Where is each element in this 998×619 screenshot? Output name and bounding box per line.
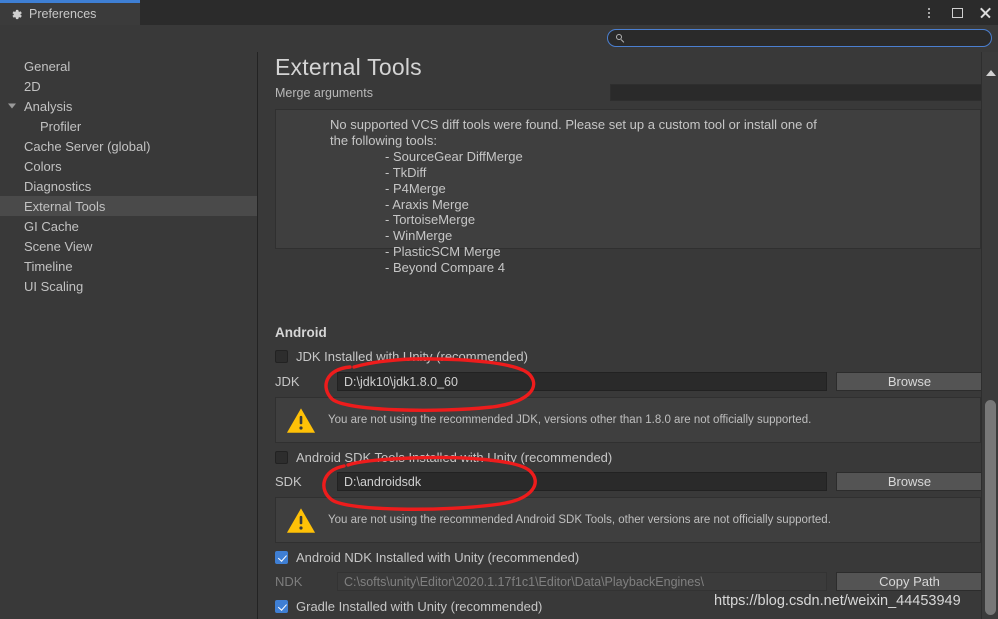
jdk-browse-button[interactable]: Browse xyxy=(836,372,983,391)
search-input[interactable] xyxy=(630,32,960,44)
window-controls xyxy=(922,0,992,25)
sidebar-item-external-tools[interactable]: External Tools xyxy=(0,196,257,216)
sidebar-item-profiler[interactable]: Profiler xyxy=(0,116,257,136)
sdk-warning-text: You are not using the recommended Androi… xyxy=(328,514,831,526)
chevron-down-icon[interactable] xyxy=(8,103,16,109)
search-bar xyxy=(0,25,998,52)
jdk-unity-checkbox[interactable] xyxy=(275,350,288,363)
sidebar-item-scene-view[interactable]: Scene View xyxy=(0,236,257,256)
ndk-path-input: C:\softs\unity\Editor\2020.1.17f1c1\Edit… xyxy=(337,572,827,591)
sidebar-item-general[interactable]: General xyxy=(0,56,257,76)
sidebar-item-label: GI Cache xyxy=(24,218,79,234)
jdk-path-label: JDK xyxy=(275,374,300,389)
sidebar-item-label: Profiler xyxy=(40,118,82,134)
vcs-tool-item: - TortoiseMerge xyxy=(385,212,476,228)
sidebar-item-label: Scene View xyxy=(24,238,93,254)
jdk-unity-checkbox-row[interactable]: JDK Installed with Unity (recommended) xyxy=(275,349,528,364)
search-icon xyxy=(616,33,625,43)
jdk-unity-checkbox-label: JDK Installed with Unity (recommended) xyxy=(296,349,528,364)
sidebar-item-colors[interactable]: Colors xyxy=(0,156,257,176)
watermark-url: https://blog.csdn.net/weixin_44453949 xyxy=(714,593,961,609)
gradle-unity-checkbox[interactable] xyxy=(275,600,288,613)
warning-triangle-icon xyxy=(286,507,316,533)
sdk-unity-checkbox-label: Android SDK Tools Installed with Unity (… xyxy=(296,450,613,465)
sidebar-item-timeline[interactable]: Timeline xyxy=(0,256,257,276)
ndk-unity-checkbox[interactable] xyxy=(275,551,288,564)
sidebar-item-2d[interactable]: 2D xyxy=(0,76,257,96)
sidebar-item-label: Cache Server (global) xyxy=(24,138,151,154)
sidebar-item-gi-cache[interactable]: GI Cache xyxy=(0,216,257,236)
sidebar-item-cache-server[interactable]: Cache Server (global) xyxy=(0,136,257,156)
close-icon[interactable] xyxy=(978,6,992,20)
page-title: External Tools xyxy=(275,54,422,80)
gradle-unity-checkbox-label: Gradle Installed with Unity (recommended… xyxy=(296,599,543,614)
android-section-title: Android xyxy=(275,325,327,340)
sidebar-item-label: Analysis xyxy=(24,98,73,114)
sidebar-item-label: 2D xyxy=(24,78,41,94)
tab-preferences[interactable]: Preferences xyxy=(0,0,140,25)
sidebar-item-label: Diagnostics xyxy=(24,178,92,194)
jdk-path-input[interactable]: D:\jdk10\jdk1.8.0_60 xyxy=(337,372,827,391)
sidebar-item-label: External Tools xyxy=(24,198,106,214)
vcs-tool-item: - TkDiff xyxy=(385,164,427,180)
sdk-path-input[interactable]: D:\androidsdk xyxy=(337,472,827,491)
vcs-tool-item: - Beyond Compare 4 xyxy=(385,260,505,276)
vcs-tool-item: - Araxis Merge xyxy=(385,196,469,212)
gradle-unity-checkbox-row[interactable]: Gradle Installed with Unity (recommended… xyxy=(275,599,542,614)
kebab-menu-icon[interactable] xyxy=(922,6,936,20)
tab-strip-empty xyxy=(140,0,998,25)
sidebar-item-analysis[interactable]: Analysis xyxy=(0,96,257,116)
merge-arguments-row: Merge arguments xyxy=(275,84,991,104)
search-field[interactable] xyxy=(607,29,992,47)
settings-sidebar: General 2D Analysis Profiler Cache Serve… xyxy=(0,52,258,619)
sidebar-item-ui-scaling[interactable]: UI Scaling xyxy=(0,276,257,296)
title-bar: Preferences xyxy=(0,0,998,25)
vcs-tool-item: - SourceGear DiffMerge xyxy=(385,148,523,164)
vcs-help-box: No supported VCS diff tools were found. … xyxy=(275,109,981,275)
sdk-unity-checkbox[interactable] xyxy=(275,451,288,464)
warning-triangle-icon xyxy=(286,407,316,433)
ndk-unity-checkbox-row[interactable]: Android NDK Installed with Unity (recomm… xyxy=(275,550,579,565)
sdk-unity-checkbox-row[interactable]: Android SDK Tools Installed with Unity (… xyxy=(275,450,612,465)
vcs-tool-item: - PlasticSCM Merge xyxy=(385,244,501,260)
main-scrollbar[interactable] xyxy=(981,52,998,619)
scrollbar-thumb[interactable] xyxy=(985,400,996,615)
vcs-help-line1: No supported VCS diff tools were found. … xyxy=(330,117,817,132)
scroll-up-arrow-icon[interactable] xyxy=(986,70,996,76)
vcs-tool-item: - P4Merge xyxy=(385,180,446,196)
preferences-window: Preferences General 2D Analysis Profiler… xyxy=(0,0,998,619)
vcs-tool-item: - WinMerge xyxy=(385,228,453,244)
ndk-path-label: NDK xyxy=(275,574,303,589)
vcs-help-line2: the following tools: xyxy=(330,132,437,148)
sdk-browse-button[interactable]: Browse xyxy=(836,472,983,491)
ndk-unity-checkbox-label: Android NDK Installed with Unity (recomm… xyxy=(296,550,580,565)
ndk-copy-path-button[interactable]: Copy Path xyxy=(836,572,983,591)
sidebar-item-label: General xyxy=(24,58,71,74)
gear-icon xyxy=(10,8,23,21)
sidebar-item-label: Colors xyxy=(24,158,62,174)
sidebar-item-diagnostics[interactable]: Diagnostics xyxy=(0,176,257,196)
sdk-warning-box: You are not using the recommended Androi… xyxy=(275,497,981,543)
external-tools-panel: External Tools Merge arguments No suppor… xyxy=(259,52,998,619)
maximize-icon[interactable] xyxy=(950,6,964,20)
merge-arguments-label: Merge arguments xyxy=(275,86,373,100)
sidebar-item-label: UI Scaling xyxy=(24,278,84,294)
merge-arguments-input[interactable] xyxy=(610,84,991,101)
sdk-path-label: SDK xyxy=(275,474,302,489)
jdk-warning-box: You are not using the recommended JDK, v… xyxy=(275,397,981,443)
tab-label: Preferences xyxy=(29,7,97,21)
jdk-warning-text: You are not using the recommended JDK, v… xyxy=(328,414,812,426)
sidebar-item-label: Timeline xyxy=(24,258,73,274)
